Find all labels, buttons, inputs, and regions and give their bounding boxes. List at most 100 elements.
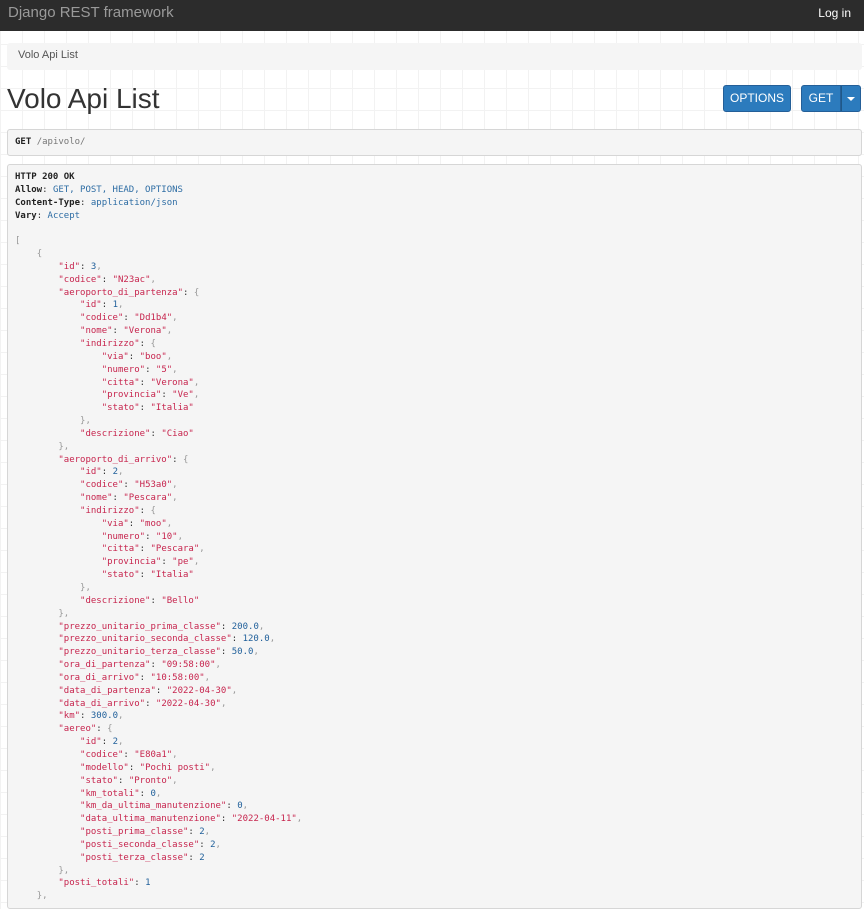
json-string: "Ve": [172, 390, 194, 401]
navbar: Django REST framework Log in: [0, 0, 864, 31]
json-punct: {: [193, 287, 200, 298]
json-punct: {: [107, 724, 113, 735]
json-string: "10": [155, 531, 178, 542]
json-punct: ,: [96, 261, 102, 272]
json-punct: ,: [117, 300, 124, 311]
json-string: "Pronto": [128, 775, 173, 786]
json-string: "Italia": [150, 403, 194, 414]
json-number: 300.0: [90, 711, 118, 722]
json-punct: ,: [85, 416, 91, 427]
request-method: GET: [15, 137, 32, 147]
json-punct: {: [150, 505, 156, 516]
json-punct: ,: [150, 274, 156, 285]
json-punct: ,: [117, 467, 124, 478]
json-string: "Italia": [150, 570, 194, 581]
json-number: 1: [145, 878, 151, 889]
json-key: "indirizzo": [80, 505, 140, 516]
json-punct: ,: [199, 544, 205, 555]
json-punct: ,: [269, 634, 276, 645]
json-punct: ,: [296, 814, 303, 825]
json-key: "data_di_partenza": [58, 685, 156, 696]
json-punct: ,: [204, 827, 211, 838]
response-header-value: application/json: [90, 197, 178, 208]
json-string: "Pochi posti": [139, 762, 211, 773]
json-key: "aereo": [58, 724, 97, 735]
json-number: 2: [199, 852, 205, 863]
json-key: "via": [101, 518, 129, 529]
json-punct: ,: [242, 801, 249, 812]
json-key: "stato": [101, 570, 140, 581]
json-key: "prezzo_unitario_seconda_classe": [58, 634, 232, 645]
request-path: /apivolo/: [36, 137, 86, 147]
json-string: "H53a0": [134, 480, 173, 491]
json-punct: ,: [177, 531, 184, 542]
json-punct: {: [36, 249, 43, 260]
json-punct: {: [150, 338, 156, 349]
json-key: "km": [58, 711, 81, 722]
json-punct: [: [15, 236, 21, 247]
json-key: "ora_di_arrivo": [58, 672, 140, 683]
json-punct: ,: [166, 326, 173, 337]
json-key: "nome": [80, 326, 113, 337]
json-key: "numero": [101, 364, 146, 375]
json-number: 200.0: [231, 621, 259, 632]
json-punct: ,: [172, 775, 178, 786]
json-punct: ,: [155, 788, 162, 799]
json-key: "stato": [101, 403, 140, 414]
json-punct: ,: [215, 660, 221, 671]
get-format-dropdown-button[interactable]: [841, 85, 861, 112]
json-key: "provincia": [101, 557, 162, 568]
json-string: "2022-04-30": [166, 685, 232, 696]
brand-link[interactable]: Django REST framework: [8, 5, 174, 21]
json-key: "posti_terza_classe": [80, 852, 189, 863]
json-punct: ,: [193, 390, 200, 401]
json-punct: ,: [63, 865, 70, 876]
json-key: "aeroporto_di_arrivo": [58, 454, 173, 465]
json-key: "via": [101, 351, 129, 362]
json-key: "posti_totali": [58, 878, 135, 889]
json-string: "Bello": [161, 595, 200, 606]
json-key: "aeroporto_di_partenza": [58, 287, 183, 298]
json-punct: ,: [117, 711, 124, 722]
json-key: "modello": [80, 762, 129, 773]
json-string: "Verona": [150, 377, 194, 388]
json-key: "id": [80, 737, 102, 748]
json-number: 120.0: [242, 634, 270, 645]
json-key: "id": [80, 300, 102, 311]
json-string: "Dd1b4": [134, 313, 173, 324]
json-punct: ,: [172, 364, 178, 375]
json-punct: ,: [63, 608, 70, 619]
page-title: Volo Api List: [7, 83, 160, 114]
json-punct: ,: [253, 647, 259, 658]
request-info: GET /apivolo/: [7, 129, 862, 156]
json-punct: ,: [117, 737, 124, 748]
json-key: "descrizione": [80, 595, 151, 606]
get-button[interactable]: GET: [801, 85, 841, 112]
json-string: "pe": [172, 557, 194, 568]
json-number: 50.0: [231, 647, 254, 658]
json-punct: ,: [42, 891, 48, 902]
json-string: "Pescara": [150, 544, 200, 555]
json-key: "citta": [101, 544, 140, 555]
json-key: "km_totali": [80, 788, 140, 799]
options-button[interactable]: OPTIONS: [723, 85, 791, 112]
login-link[interactable]: Log in: [818, 6, 851, 20]
response-header-value: GET, POST, HEAD, OPTIONS: [52, 184, 183, 195]
json-punct: ,: [172, 313, 178, 324]
json-key: "data_di_arrivo": [58, 698, 146, 709]
response-header-value: Accept: [47, 210, 81, 221]
json-key: "id": [58, 261, 81, 272]
json-key: "codice": [80, 313, 124, 324]
json-key: "ora_di_partenza": [58, 660, 151, 671]
json-punct: ,: [193, 377, 200, 388]
caret-down-icon: [847, 97, 855, 101]
breadcrumb-item-current: Volo Api List: [18, 49, 78, 61]
json-string: "Ciao": [161, 428, 194, 439]
json-key: "prezzo_unitario_prima_classe": [58, 621, 221, 632]
json-key: "prezzo_unitario_terza_classe": [58, 647, 221, 658]
breadcrumb: Volo Api List: [7, 43, 862, 70]
json-string: "Pescara": [123, 493, 173, 504]
json-punct: ,: [193, 557, 200, 568]
json-punct: ,: [166, 351, 173, 362]
json-key: "descrizione": [80, 428, 151, 439]
